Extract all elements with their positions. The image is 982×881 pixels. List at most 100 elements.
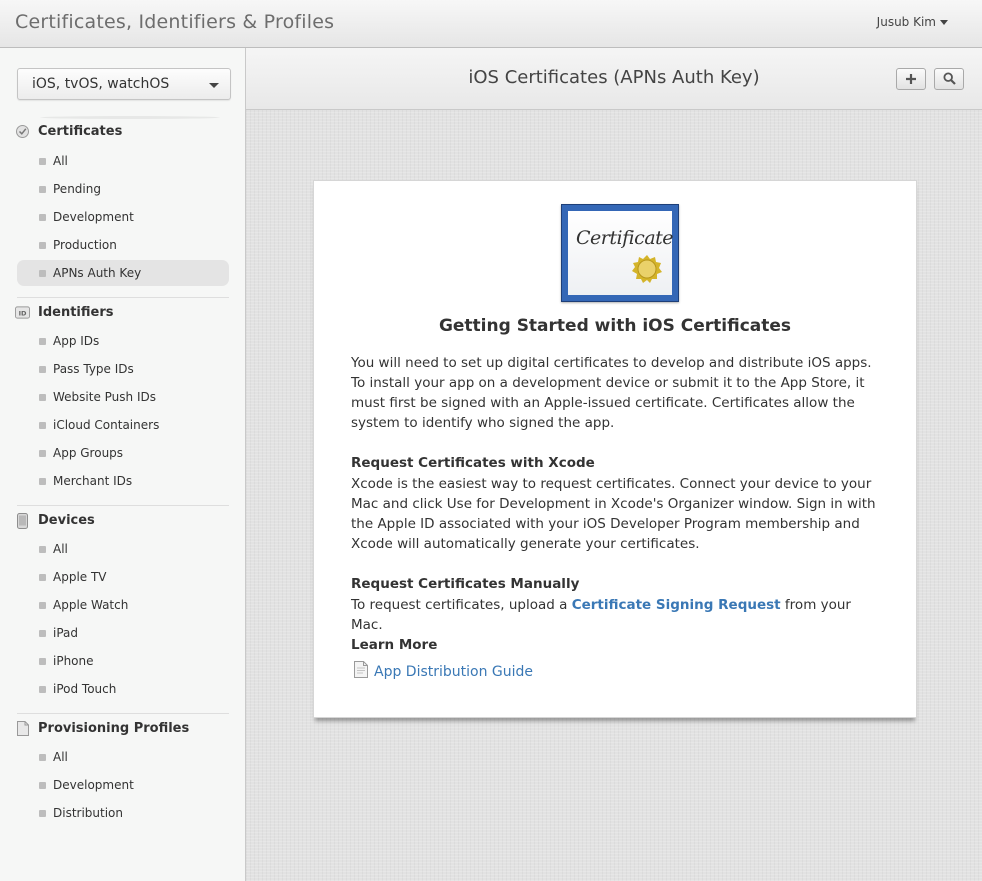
app-distribution-guide-link[interactable]: App Distribution Guide	[374, 664, 533, 680]
app-title: Certificates, Identifiers & Profiles	[15, 11, 335, 33]
sidebar-item-label: Apple Watch	[53, 598, 129, 612]
sidebar-item-website-push-ids[interactable]: Website Push IDs	[17, 384, 229, 410]
sidebar-item-label: Pending	[53, 182, 101, 196]
sidebar-item-pending[interactable]: Pending	[17, 176, 229, 202]
guide-link-row: App Distribution Guide	[354, 661, 533, 682]
section-provisioning-profiles[interactable]: Provisioning Profiles	[15, 721, 189, 736]
sidebar-item-app-groups[interactable]: App Groups	[17, 440, 229, 466]
sidebar-item-label: iPod Touch	[53, 682, 117, 696]
bullet-icon	[39, 421, 46, 429]
bullet-icon	[39, 269, 46, 277]
sidebar-item-label: All	[53, 542, 68, 556]
info-card: Certificate Getting Started with iOS Cer…	[313, 180, 917, 718]
sidebar-item-label: All	[53, 750, 68, 764]
sidebar-item-label: iPhone	[53, 654, 94, 668]
divider	[17, 505, 229, 506]
bullet-icon	[39, 601, 46, 609]
platform-select-shadow	[40, 116, 220, 119]
bullet-icon	[39, 337, 46, 345]
phone-icon	[15, 512, 30, 529]
sidebar: iOS, tvOS, watchOS Certificates All Pend…	[0, 48, 246, 881]
sidebar-item-label: App Groups	[53, 446, 124, 460]
sidebar-item-apple-tv[interactable]: Apple TV	[17, 564, 229, 590]
svg-text:ID: ID	[19, 309, 27, 317]
platform-select[interactable]: iOS, tvOS, watchOS	[17, 68, 231, 100]
sidebar-item-label: Development	[53, 210, 134, 224]
document-icon	[15, 721, 30, 736]
sidebar-item-label: Production	[53, 238, 117, 252]
sidebar-item-certificates-development[interactable]: Development	[17, 204, 229, 230]
sidebar-item-pass-type-ids[interactable]: Pass Type IDs	[17, 356, 229, 382]
section-certificates[interactable]: Certificates	[15, 124, 122, 139]
bullet-icon	[39, 393, 46, 401]
certificate-paper: Certificate	[568, 211, 674, 295]
sidebar-item-label: Distribution	[53, 806, 124, 820]
certificate-image: Certificate	[561, 204, 679, 302]
manual-prefix: To request certificates, upload a	[351, 597, 568, 613]
bullet-icon	[39, 477, 46, 485]
section-title: Devices	[38, 513, 95, 528]
section-devices[interactable]: Devices	[15, 512, 95, 529]
bullet-icon	[39, 365, 46, 373]
learn-more-heading: Learn More	[351, 637, 438, 653]
user-menu[interactable]: Jusub Kim	[877, 15, 948, 29]
bullet-icon	[39, 185, 46, 193]
sidebar-item-iphone[interactable]: iPhone	[17, 648, 229, 674]
section-title: Identifiers	[38, 305, 114, 320]
sidebar-item-app-ids[interactable]: App IDs	[17, 328, 229, 354]
sidebar-item-profiles-distribution[interactable]: Distribution	[17, 800, 229, 826]
section-title: Provisioning Profiles	[38, 721, 190, 736]
document-icon	[354, 661, 368, 682]
bullet-icon	[39, 241, 46, 249]
sidebar-item-profiles-all[interactable]: All	[17, 744, 229, 770]
add-button[interactable]	[896, 68, 926, 90]
section-identifiers[interactable]: ID Identifiers	[15, 305, 114, 320]
sidebar-item-devices-all[interactable]: All	[17, 536, 229, 562]
bullet-icon	[39, 657, 46, 665]
card-heading: Getting Started with iOS Certificates	[438, 316, 792, 336]
sidebar-item-ipad[interactable]: iPad	[17, 620, 229, 646]
sidebar-item-merchant-ids[interactable]: Merchant IDs	[17, 468, 229, 494]
manual-subheading: Request Certificates Manually	[351, 576, 580, 592]
bullet-icon	[39, 573, 46, 581]
sidebar-item-label: APNs Auth Key	[53, 266, 142, 280]
sidebar-item-label: All	[53, 154, 68, 168]
chevron-down-icon	[940, 19, 948, 25]
main-toolbar: iOS Certificates (APNs Auth Key)	[246, 48, 982, 110]
bullet-icon	[39, 685, 46, 693]
certificate-badge-icon	[15, 124, 30, 139]
xcode-paragraph: Xcode is the easiest way to request cert…	[351, 476, 876, 552]
certificate-image-text: Certificate	[576, 227, 674, 249]
sidebar-item-apple-watch[interactable]: Apple Watch	[17, 592, 229, 618]
sidebar-item-label: Website Push IDs	[53, 390, 156, 404]
search-icon	[942, 70, 956, 89]
bullet-icon	[39, 629, 46, 637]
bullet-icon	[39, 545, 46, 553]
bullet-icon	[39, 213, 46, 221]
user-name: Jusub Kim	[876, 15, 936, 29]
sidebar-item-production[interactable]: Production	[17, 232, 229, 258]
bullet-icon	[39, 781, 46, 789]
id-card-icon: ID	[15, 305, 30, 320]
chevron-down-icon	[209, 83, 219, 88]
sidebar-item-icloud-containers[interactable]: iCloud Containers	[17, 412, 229, 438]
platform-select-value: iOS, tvOS, watchOS	[32, 76, 170, 92]
sidebar-item-certificates-all[interactable]: All	[17, 148, 229, 174]
sidebar-item-ipod-touch[interactable]: iPod Touch	[17, 676, 229, 702]
page-title: iOS Certificates (APNs Auth Key)	[468, 67, 760, 88]
sidebar-item-label: Apple TV	[53, 570, 107, 584]
sidebar-item-apns-auth-key[interactable]: APNs Auth Key	[17, 260, 229, 286]
gold-seal-icon	[632, 254, 662, 288]
bullet-icon	[39, 449, 46, 457]
sidebar-item-label: iPad	[53, 626, 79, 640]
sidebar-item-label: Development	[53, 778, 134, 792]
csr-link[interactable]: Certificate Signing Request	[572, 597, 781, 613]
bullet-icon	[39, 753, 46, 761]
section-title: Certificates	[38, 124, 123, 139]
search-button[interactable]	[934, 68, 964, 90]
manual-paragraph: To request certificates, upload a Certif…	[351, 595, 881, 635]
app-header: Certificates, Identifiers & Profiles Jus…	[0, 0, 982, 48]
sidebar-item-profiles-development[interactable]: Development	[17, 772, 229, 798]
main-content: Certificate Getting Started with iOS Cer…	[246, 110, 982, 881]
bullet-icon	[39, 809, 46, 817]
